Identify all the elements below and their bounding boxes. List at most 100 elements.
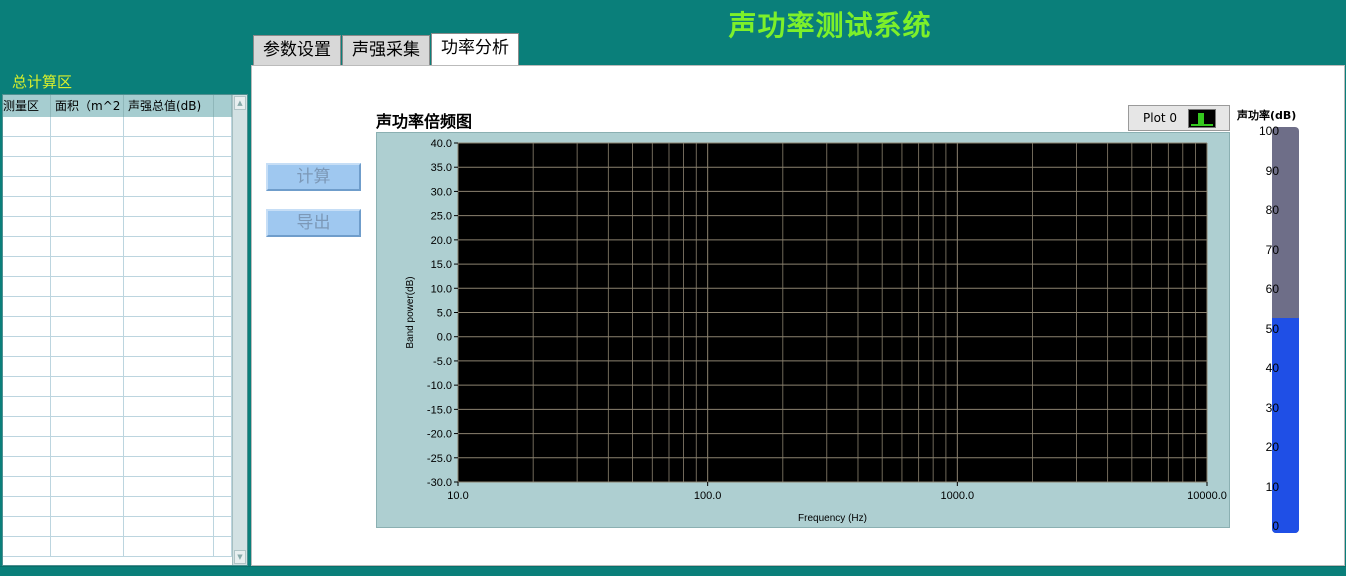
table-cell[interactable] — [214, 117, 232, 137]
table-row[interactable] — [3, 177, 232, 197]
table-cell[interactable] — [124, 477, 214, 497]
table-cell[interactable] — [51, 357, 124, 377]
table-cell[interactable] — [214, 477, 232, 497]
table-row[interactable] — [3, 297, 232, 317]
table-cell[interactable] — [51, 437, 124, 457]
table-cell[interactable] — [51, 237, 124, 257]
table-row[interactable] — [3, 517, 232, 537]
table-row[interactable] — [3, 397, 232, 417]
table-cell[interactable] — [214, 297, 232, 317]
table-cell[interactable] — [214, 437, 232, 457]
table-cell[interactable] — [124, 177, 214, 197]
table-cell[interactable] — [51, 457, 124, 477]
total-calc-table[interactable]: 测量区 面积（m^2 声强总值(dB) ▲ ▼ — [2, 94, 248, 566]
table-cell[interactable] — [214, 357, 232, 377]
table-cell[interactable] — [51, 417, 124, 437]
table-row[interactable] — [3, 357, 232, 377]
scroll-down-arrow-icon[interactable]: ▼ — [234, 550, 246, 564]
table-cell[interactable] — [214, 517, 232, 537]
table-cell[interactable] — [51, 217, 124, 237]
table-row[interactable] — [3, 457, 232, 477]
scroll-up-arrow-icon[interactable]: ▲ — [234, 96, 246, 110]
table-cell[interactable] — [3, 417, 51, 437]
table-cell[interactable] — [124, 397, 214, 417]
table-cell[interactable] — [214, 397, 232, 417]
table-cell[interactable] — [51, 537, 124, 557]
table-cell[interactable] — [124, 197, 214, 217]
table-cell[interactable] — [3, 337, 51, 357]
table-cell[interactable] — [214, 337, 232, 357]
table-cell[interactable] — [3, 437, 51, 457]
table-row[interactable] — [3, 237, 232, 257]
table-cell[interactable] — [214, 157, 232, 177]
tab-power-analysis[interactable]: 功率分析 — [431, 33, 519, 66]
table-cell[interactable] — [124, 537, 214, 557]
table-cell[interactable] — [3, 457, 51, 477]
table-row[interactable] — [3, 497, 232, 517]
table-cell[interactable] — [3, 137, 51, 157]
table-cell[interactable] — [124, 157, 214, 177]
table-cell[interactable] — [3, 317, 51, 337]
power-octave-graph[interactable]: 40.0 35.0 30.0 25.0 20.0 15.0 10.0 5.0 0.0 -5.0 -1… — [376, 132, 1230, 528]
table-cell[interactable] — [51, 277, 124, 297]
table-cell[interactable] — [51, 177, 124, 197]
table-cell[interactable] — [3, 177, 51, 197]
table-cell[interactable] — [124, 217, 214, 237]
table-cell[interactable] — [3, 477, 51, 497]
table-cell[interactable] — [124, 317, 214, 337]
table-row[interactable] — [3, 277, 232, 297]
table-cell[interactable] — [3, 537, 51, 557]
table-cell[interactable] — [3, 237, 51, 257]
table-vertical-scrollbar[interactable]: ▲ ▼ — [232, 95, 247, 565]
table-cell[interactable] — [214, 317, 232, 337]
calculate-button[interactable]: 计算 — [266, 163, 361, 191]
table-row[interactable] — [3, 157, 232, 177]
table-cell[interactable] — [51, 497, 124, 517]
table-cell[interactable] — [3, 217, 51, 237]
export-button[interactable]: 导出 — [266, 209, 361, 237]
table-cell[interactable] — [124, 517, 214, 537]
table-cell[interactable] — [3, 197, 51, 217]
table-cell[interactable] — [124, 337, 214, 357]
table-cell[interactable] — [51, 317, 124, 337]
table-cell[interactable] — [51, 197, 124, 217]
table-cell[interactable] — [51, 477, 124, 497]
table-cell[interactable] — [51, 117, 124, 137]
table-cell[interactable] — [214, 277, 232, 297]
table-cell[interactable] — [214, 537, 232, 557]
table-row[interactable] — [3, 137, 232, 157]
table-cell[interactable] — [214, 497, 232, 517]
table-cell[interactable] — [3, 397, 51, 417]
plot-legend[interactable]: Plot 0 — [1128, 105, 1230, 131]
table-row[interactable] — [3, 437, 232, 457]
table-cell[interactable] — [51, 297, 124, 317]
table-row[interactable] — [3, 537, 232, 557]
table-cell[interactable] — [214, 177, 232, 197]
table-cell[interactable] — [3, 297, 51, 317]
table-cell[interactable] — [124, 237, 214, 257]
table-cell[interactable] — [214, 377, 232, 397]
table-cell[interactable] — [124, 357, 214, 377]
table-cell[interactable] — [3, 517, 51, 537]
table-cell[interactable] — [51, 157, 124, 177]
table-row[interactable] — [3, 217, 232, 237]
table-row[interactable] — [3, 257, 232, 277]
table-cell[interactable] — [51, 377, 124, 397]
table-cell[interactable] — [214, 237, 232, 257]
table-cell[interactable] — [51, 397, 124, 417]
table-row[interactable] — [3, 377, 232, 397]
table-cell[interactable] — [124, 457, 214, 477]
table-cell[interactable] — [214, 257, 232, 277]
table-cell[interactable] — [214, 137, 232, 157]
table-row[interactable] — [3, 317, 232, 337]
table-cell[interactable] — [124, 277, 214, 297]
table-cell[interactable] — [3, 357, 51, 377]
table-cell[interactable] — [124, 497, 214, 517]
table-cell[interactable] — [3, 117, 51, 137]
table-cell[interactable] — [51, 257, 124, 277]
tab-parameter-settings[interactable]: 参数设置 — [253, 35, 341, 66]
table-cell[interactable] — [124, 257, 214, 277]
table-cell[interactable] — [214, 417, 232, 437]
table-row[interactable] — [3, 337, 232, 357]
table-cell[interactable] — [124, 117, 214, 137]
